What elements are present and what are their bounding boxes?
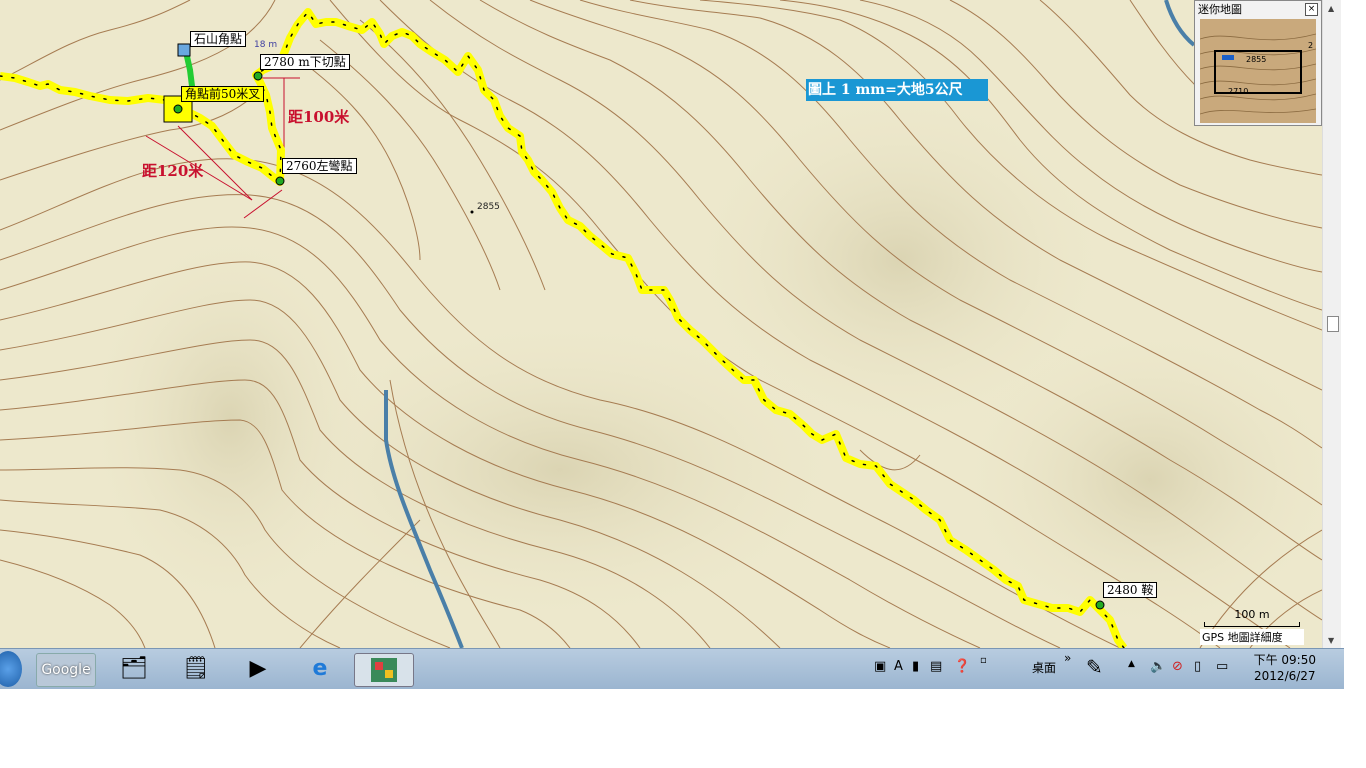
- spot-height-dot: [470, 210, 474, 214]
- scroll-down-icon[interactable]: ▼: [1328, 636, 1334, 645]
- device-icon[interactable]: ▯: [1194, 659, 1201, 674]
- volume-icon[interactable]: 🔈: [1150, 659, 1166, 674]
- distance-label-120: 距120米: [142, 162, 204, 180]
- river: [1164, 0, 1196, 47]
- waypoint-dot[interactable]: [1095, 600, 1105, 610]
- scale-bar-line: [1204, 622, 1300, 627]
- waypoint-label-2760[interactable]: 2760左彎點: [282, 158, 357, 174]
- summit-icon[interactable]: [177, 43, 191, 57]
- folder-icon[interactable]: 🗂: [114, 653, 154, 685]
- taskbar: Google 🗂 🗒 ▶ e ▣ A ▮ ▤ ❓ ▫ 桌面 » ✎ ▲ 🔈 ⊘ …: [0, 648, 1344, 689]
- mini-map-elev: 2: [1308, 41, 1314, 50]
- restore-icon[interactable]: ▫: [980, 655, 987, 666]
- desktop-toolbar-label[interactable]: 桌面: [1032, 659, 1056, 676]
- help-icon[interactable]: ❓: [954, 659, 970, 674]
- mini-map-elev: 2710: [1228, 87, 1249, 96]
- show-hidden-icons[interactable]: ▲: [1128, 659, 1135, 669]
- font-icon[interactable]: A: [894, 659, 903, 674]
- clock-date: 2012/6/27: [1254, 669, 1316, 683]
- panel-icon[interactable]: ▮: [912, 659, 919, 674]
- google-toolbar-button[interactable]: Google: [36, 653, 96, 687]
- mini-map-view[interactable]: 2855 2710 2: [1200, 19, 1316, 123]
- scale-distance: 100 m: [1234, 608, 1270, 621]
- waypoint-label-2780[interactable]: 2780 m下切點: [260, 54, 350, 70]
- security-icon[interactable]: ⊘: [1172, 659, 1183, 674]
- elevation-label: 2855: [477, 202, 500, 212]
- display-icon[interactable]: ▤: [930, 659, 942, 674]
- waypoint-label-saddle[interactable]: 2480 鞍: [1103, 582, 1158, 598]
- clock-time: 下午 09:50: [1253, 653, 1316, 667]
- browser-icon[interactable]: e: [300, 653, 340, 685]
- clock[interactable]: 下午 09:50 2012/6/27: [1254, 652, 1316, 684]
- elevation-label: 18 m: [254, 40, 278, 50]
- map-app-taskbar-button[interactable]: [354, 653, 414, 687]
- distance-label-100: 距100米: [288, 108, 350, 126]
- mini-map-title: 迷你地圖: [1198, 3, 1242, 16]
- waypoint-dot[interactable]: [173, 104, 183, 114]
- waypoint-label-summit[interactable]: 石山角點: [190, 31, 247, 47]
- scale-bar: 100 m GPS 地圖詳細度: [1200, 608, 1304, 646]
- document-icon[interactable]: 🗒: [176, 653, 216, 685]
- waypoint-dot[interactable]: [275, 176, 285, 186]
- gps-detail-label: GPS 地圖詳細度: [1200, 629, 1304, 645]
- toolbar-chevron[interactable]: »: [1064, 651, 1071, 665]
- start-button[interactable]: [0, 651, 22, 687]
- mini-map-panel[interactable]: 迷你地圖 × 2855 2710 2: [1194, 0, 1322, 126]
- network-icon[interactable]: ▭: [1216, 659, 1228, 674]
- pen-input-icon[interactable]: ✎: [1086, 655, 1103, 679]
- system-tray: ▣ A ▮ ▤ ❓ ▫ 桌面 » ✎ ▲ 🔈 ⊘ ▯ ▭ 下午 09:50 20…: [870, 649, 1344, 689]
- media-player-icon[interactable]: ▶: [238, 653, 278, 685]
- map-canvas[interactable]: 石山角點 2780 m下切點 角點前50米叉 2760左彎點 2480 鞍 距1…: [0, 0, 1322, 648]
- scrollbar-thumb[interactable]: [1327, 316, 1339, 332]
- waypoint-dot[interactable]: [253, 71, 263, 81]
- vertical-scrollbar[interactable]: ▲ ▼: [1322, 0, 1341, 648]
- help-tool-icon[interactable]: ▣: [874, 659, 886, 674]
- scroll-up-icon[interactable]: ▲: [1328, 4, 1334, 13]
- waypoint-label-junction[interactable]: 角點前50米叉: [181, 86, 265, 102]
- mini-map-elev: 2855: [1246, 55, 1267, 64]
- scale-banner: 圖上 1 mm=大地5公尺: [806, 79, 988, 101]
- close-icon[interactable]: ×: [1305, 3, 1318, 16]
